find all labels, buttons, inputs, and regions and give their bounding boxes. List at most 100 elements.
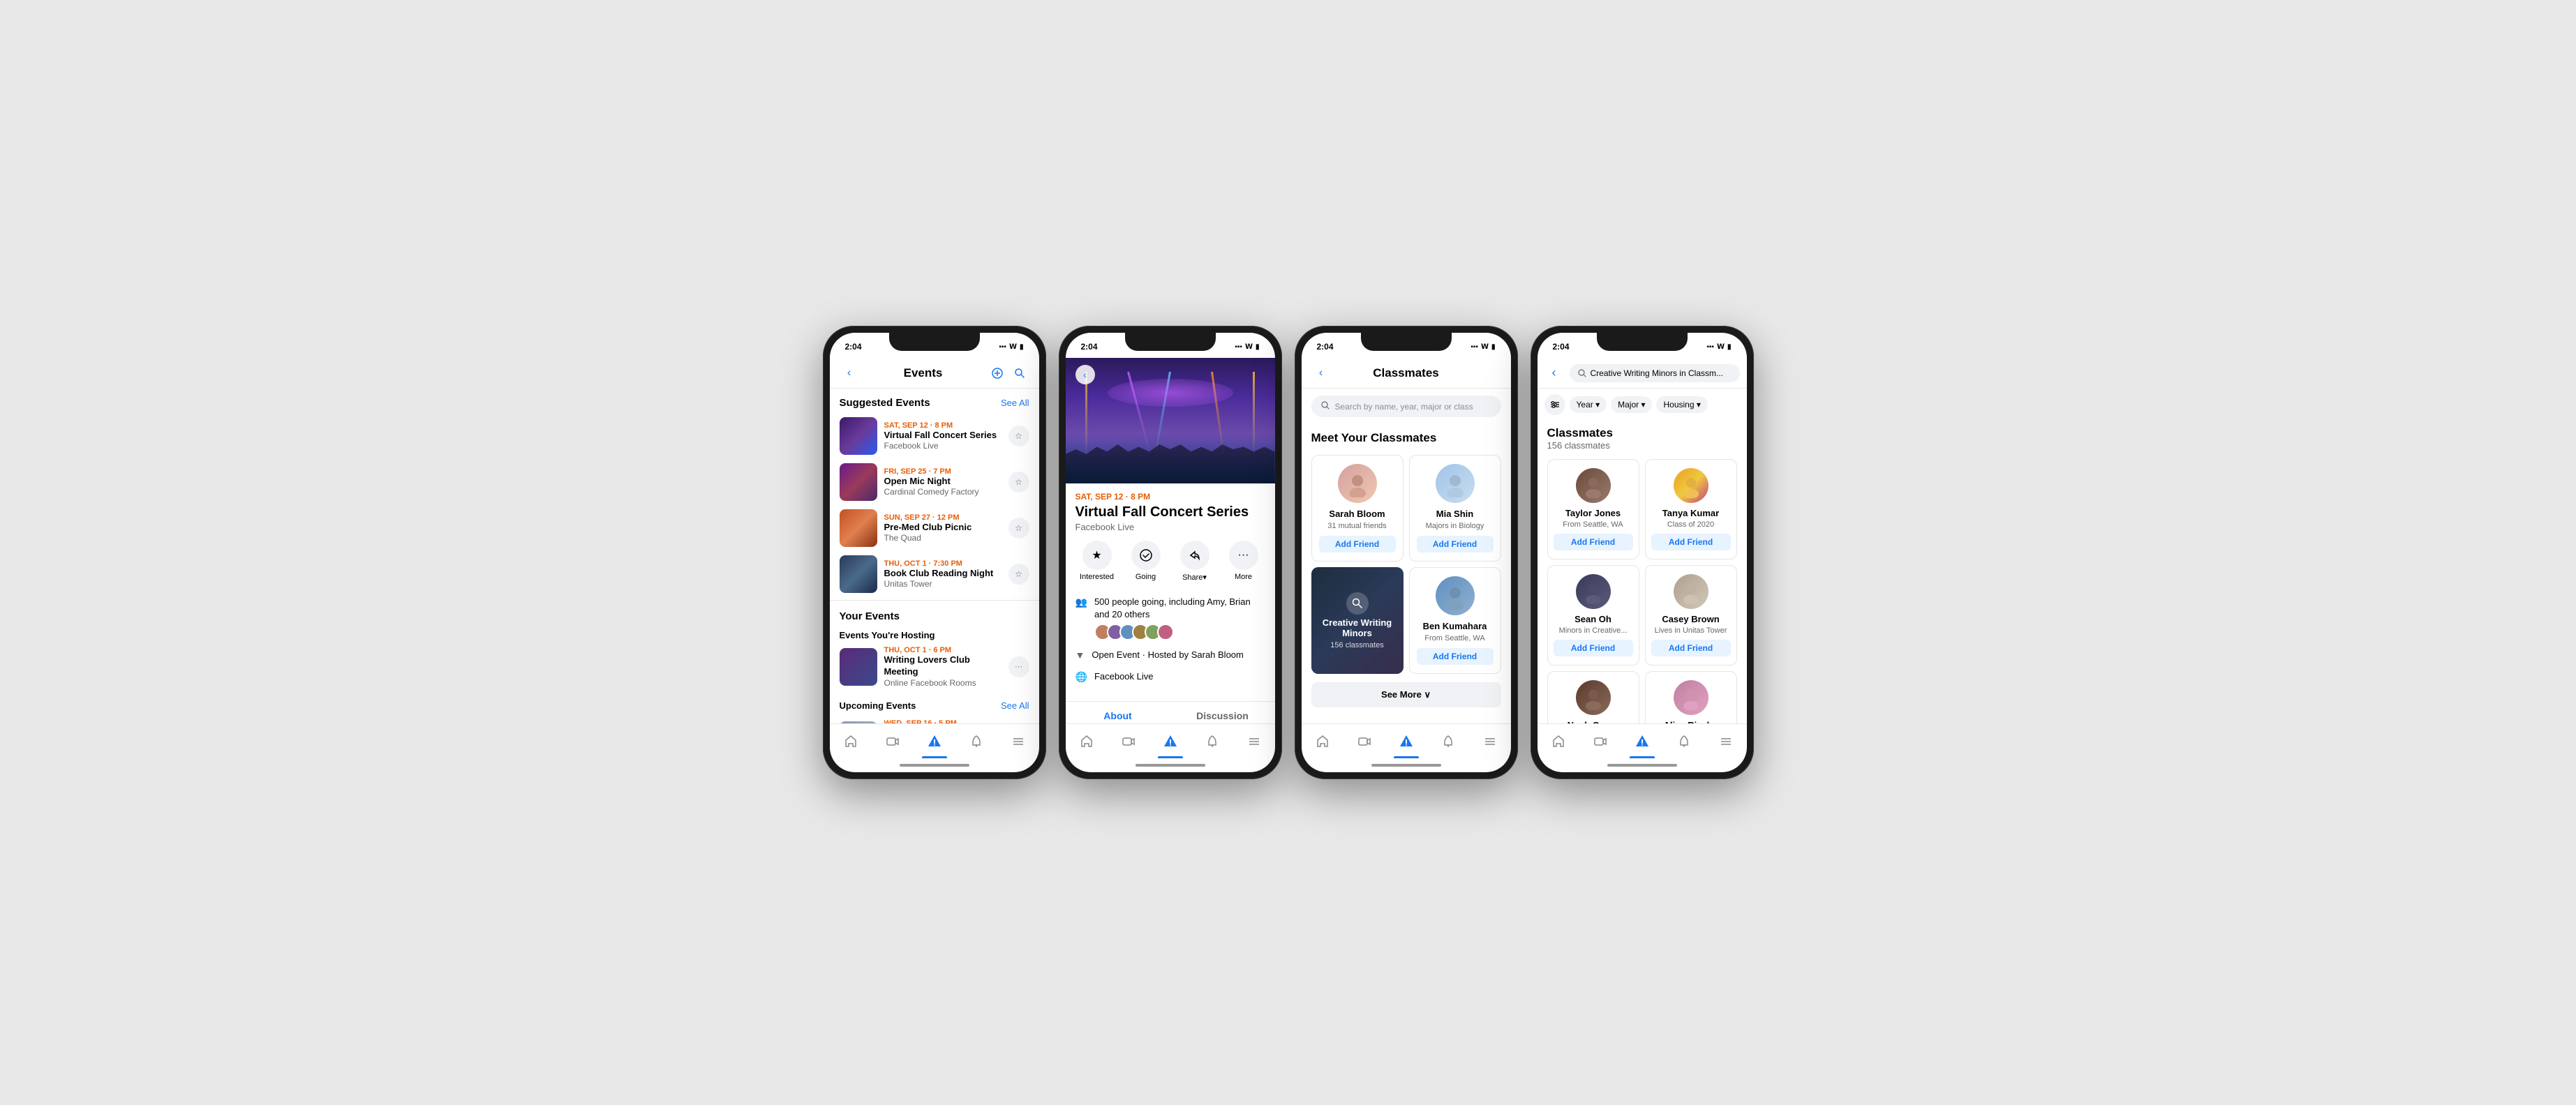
classmate-card-sean[interactable]: Sean Oh Minors in Creative... Add Friend bbox=[1547, 565, 1639, 666]
interested-button[interactable]: ★ Interested bbox=[1075, 541, 1119, 582]
classmate-card-alice[interactable]: Alice Rissler Add Friend bbox=[1645, 671, 1737, 723]
add-friend-sarah[interactable]: Add Friend bbox=[1319, 536, 1396, 552]
hosting-event[interactable]: THU, OCT 1 · 6 PM Writing Lovers Club Me… bbox=[830, 642, 1039, 692]
classmate-info-sarah: 31 mutual friends bbox=[1327, 522, 1386, 530]
add-friend-tanya[interactable]: Add Friend bbox=[1651, 534, 1731, 550]
nav-bell-2[interactable] bbox=[1191, 724, 1233, 758]
back-button-2[interactable]: ‹ bbox=[1075, 365, 1095, 384]
see-more-button[interactable]: See More ∨ bbox=[1311, 682, 1501, 707]
nav-header-1: ‹ Events bbox=[830, 358, 1039, 389]
classmate-card-casey[interactable]: Casey Brown Lives in Unitas Tower Add Fr… bbox=[1645, 565, 1737, 666]
light-beam-5 bbox=[1253, 372, 1255, 456]
nav-groups-3[interactable] bbox=[1385, 724, 1427, 758]
nav-video-1[interactable] bbox=[872, 724, 914, 758]
battery-icon-4: ▮ bbox=[1727, 343, 1732, 351]
back-button-3[interactable]: ‹ bbox=[1311, 363, 1331, 383]
nav-home-1[interactable] bbox=[830, 724, 872, 758]
avatar-casey bbox=[1674, 574, 1708, 609]
crowd-silhouette bbox=[1066, 435, 1275, 483]
search-input-4[interactable]: Creative Writing Minors in Classm... bbox=[1570, 364, 1740, 382]
classmate-card-noah[interactable]: Noah Green Add Friend bbox=[1547, 671, 1639, 723]
event-date-1: SAT, SEP 12 · 8 PM bbox=[884, 421, 1002, 430]
hosting-info: THU, OCT 1 · 6 PM Writing Lovers Club Me… bbox=[884, 646, 1002, 688]
nav-bell-4[interactable] bbox=[1663, 724, 1705, 758]
save-event-2[interactable]: ☆ bbox=[1008, 472, 1029, 493]
event-detail-title: Virtual Fall Concert Series bbox=[1075, 504, 1265, 520]
save-event-3[interactable]: ☆ bbox=[1008, 518, 1029, 539]
event-item-4[interactable]: THU, OCT 1 · 7:30 PM Book Club Reading N… bbox=[830, 551, 1039, 597]
nav-home-2[interactable] bbox=[1066, 724, 1108, 758]
nav-video-4[interactable] bbox=[1579, 724, 1621, 758]
light-beam-1 bbox=[1085, 372, 1087, 456]
event-item-2[interactable]: FRI, SEP 25 · 7 PM Open Mic Night Cardin… bbox=[830, 459, 1039, 505]
nav-groups-1[interactable] bbox=[914, 724, 955, 758]
search-button-1[interactable] bbox=[1010, 363, 1029, 383]
attendees-text: 500 people going, including Amy, Brian a… bbox=[1094, 596, 1251, 619]
share-button[interactable]: Share▾ bbox=[1173, 541, 1216, 582]
filter-housing-chip[interactable]: Housing ▾ bbox=[1656, 396, 1707, 413]
going-button[interactable]: Going bbox=[1124, 541, 1168, 582]
nav-video-3[interactable] bbox=[1343, 724, 1385, 758]
classmates-search[interactable]: Search by name, year, major or class bbox=[1311, 396, 1501, 417]
nav-bell-1[interactable] bbox=[955, 724, 997, 758]
add-friend-ben[interactable]: Add Friend bbox=[1417, 648, 1494, 665]
notch-1 bbox=[889, 333, 980, 351]
filter-settings-btn[interactable] bbox=[1544, 394, 1565, 415]
back-button-4[interactable]: ‹ bbox=[1544, 363, 1564, 383]
back-button-1[interactable]: ‹ bbox=[840, 363, 859, 383]
search-placeholder-3: Search by name, year, major or class bbox=[1335, 402, 1473, 412]
filter-bar-4: Year ▾ Major ▾ Housing ▾ bbox=[1538, 389, 1747, 421]
hosting-menu[interactable]: ··· bbox=[1008, 656, 1029, 677]
upcoming-event[interactable]: WED, SEP 16 · 5 PM Unitas Tower Meet-up … bbox=[830, 715, 1039, 723]
nav-menu-2[interactable] bbox=[1233, 724, 1275, 758]
classmate-card-writing[interactable]: Creative Writing Minors 156 classmates bbox=[1311, 567, 1404, 674]
add-friend-casey[interactable]: Add Friend bbox=[1651, 640, 1731, 656]
save-event-1[interactable]: ☆ bbox=[1008, 426, 1029, 446]
page-title-1: Events bbox=[859, 366, 988, 380]
attendees-info: 500 people going, including Amy, Brian a… bbox=[1094, 596, 1265, 640]
find-friends-section: Find New Friends bbox=[1302, 716, 1511, 723]
filter-year-chip[interactable]: Year ▾ bbox=[1570, 396, 1607, 413]
nav-home-3[interactable] bbox=[1302, 724, 1343, 758]
avatar-sean bbox=[1576, 574, 1611, 609]
status-icons-1: ▪▪▪ 𝗪 ▮ bbox=[999, 343, 1023, 351]
detail-main: SAT, SEP 12 · 8 PM Virtual Fall Concert … bbox=[1066, 483, 1275, 696]
classmates-grid-3: Sarah Bloom 31 mutual friends Add Friend… bbox=[1302, 449, 1511, 679]
event-item-1[interactable]: SAT, SEP 12 · 8 PM Virtual Fall Concert … bbox=[830, 413, 1039, 459]
nav-groups-2[interactable] bbox=[1149, 724, 1191, 758]
classmate-card-ben[interactable]: Ben Kumahara From Seattle, WA Add Friend bbox=[1409, 567, 1501, 674]
nav-menu-1[interactable] bbox=[997, 724, 1039, 758]
event-item-3[interactable]: SUN, SEP 27 · 12 PM Pre-Med Club Picnic … bbox=[830, 505, 1039, 551]
notch-3 bbox=[1361, 333, 1452, 351]
face-6 bbox=[1157, 624, 1174, 640]
save-event-4[interactable]: ☆ bbox=[1008, 564, 1029, 585]
nav-home-4[interactable] bbox=[1538, 724, 1579, 758]
hosting-thumb bbox=[840, 648, 877, 686]
add-event-button[interactable] bbox=[988, 363, 1007, 383]
your-events-title: Your Events bbox=[840, 610, 900, 622]
tab-discussion[interactable]: Discussion bbox=[1170, 702, 1275, 723]
nav-menu-4[interactable] bbox=[1705, 724, 1747, 758]
classmate-card-taylor[interactable]: Taylor Jones From Seattle, WA Add Friend bbox=[1547, 459, 1639, 559]
interested-label: Interested bbox=[1080, 573, 1114, 581]
nav-menu-3[interactable] bbox=[1469, 724, 1511, 758]
classmate-card-tanya[interactable]: Tanya Kumar Class of 2020 Add Friend bbox=[1645, 459, 1737, 559]
see-all-upcoming[interactable]: See All bbox=[1001, 700, 1029, 711]
more-button[interactable]: ··· More bbox=[1222, 541, 1265, 582]
hosting-date: THU, OCT 1 · 6 PM bbox=[884, 646, 1002, 654]
add-friend-sean[interactable]: Add Friend bbox=[1554, 640, 1633, 656]
nav-bell-3[interactable] bbox=[1427, 724, 1469, 758]
tab-about[interactable]: About bbox=[1066, 702, 1170, 723]
avatar-tanya bbox=[1674, 468, 1708, 503]
classmate-info-mia: Majors in Biology bbox=[1426, 522, 1484, 530]
see-all-suggested[interactable]: See All bbox=[1001, 398, 1029, 408]
classmate-card-sarah[interactable]: Sarah Bloom 31 mutual friends Add Friend bbox=[1311, 455, 1404, 562]
event-location-2: Cardinal Comedy Factory bbox=[884, 487, 1002, 497]
nav-groups-4[interactable] bbox=[1621, 724, 1663, 758]
classmate-card-mia[interactable]: Mia Shin Majors in Biology Add Friend bbox=[1409, 455, 1501, 562]
nav-video-2[interactable] bbox=[1108, 724, 1149, 758]
filter-major-chip[interactable]: Major ▾ bbox=[1611, 396, 1652, 413]
add-friend-taylor[interactable]: Add Friend bbox=[1554, 534, 1633, 550]
add-friend-mia[interactable]: Add Friend bbox=[1417, 536, 1494, 552]
writing-count: 156 classmates bbox=[1330, 641, 1383, 649]
